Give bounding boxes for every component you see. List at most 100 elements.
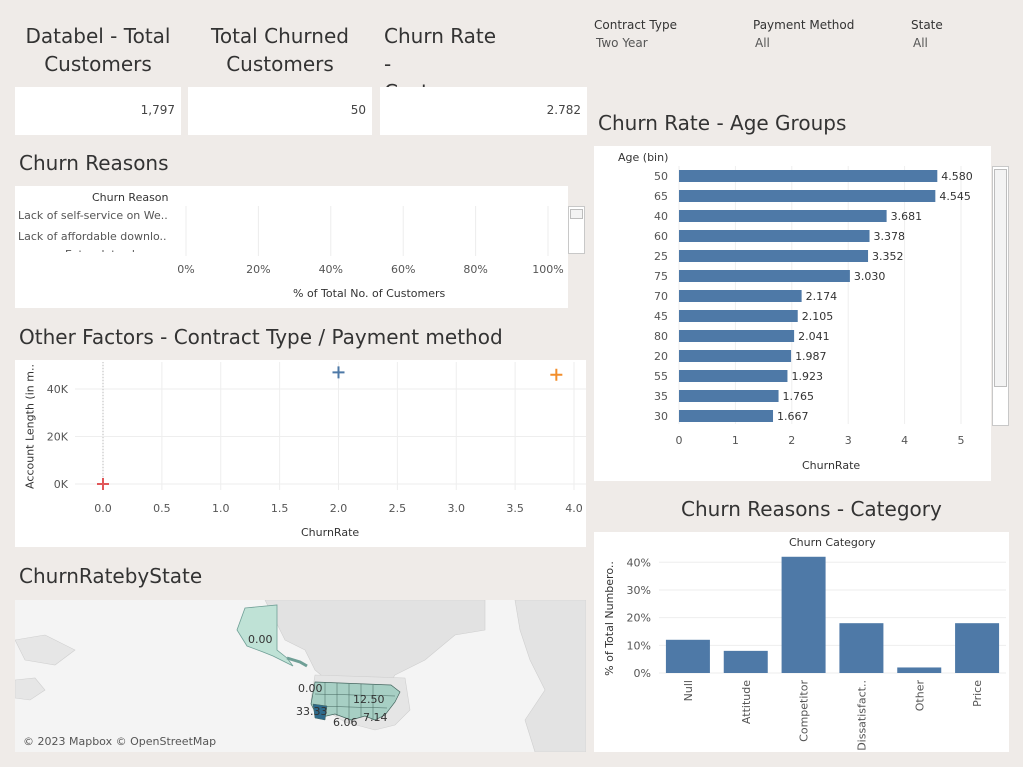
scrollbar-thumb[interactable]	[570, 209, 583, 219]
age-bin-label: 45	[654, 310, 668, 323]
age-bin-label: 50	[654, 170, 668, 183]
x-tick-label: 5	[958, 434, 965, 447]
x-tick-label: 2	[788, 434, 795, 447]
other-factors-panel: 0.0 0.5 1.0 1.5 2.0 2.5 3.0 3.5 4.0 0K 20K 40K Acco…	[15, 360, 586, 547]
map-label-northeast[interactable]: 12.50	[353, 693, 385, 706]
scrollbar-thumb[interactable]	[994, 169, 1007, 387]
category-bar[interactable]	[723, 650, 768, 673]
category-bar[interactable]	[665, 639, 710, 673]
category-label: Competitor	[798, 680, 811, 742]
map-label-florida[interactable]: 7.14	[363, 711, 388, 724]
category-bar[interactable]	[897, 667, 942, 673]
x-tick-label: 1.0	[212, 502, 230, 515]
x-tick-label: 80%	[463, 263, 487, 276]
x-tick-label: 20%	[246, 263, 270, 276]
x-tick-label: 1	[732, 434, 739, 447]
y-tick-label: 30%	[627, 584, 651, 597]
reason-category-y-axis-title: % of Total Numbero..	[603, 561, 616, 676]
age-bin-label: 30	[654, 410, 668, 423]
age-groups-title: Churn Rate - Age Groups	[598, 111, 847, 135]
age-bar-value: 2.174	[806, 290, 838, 303]
x-tick-label: 3.0	[448, 502, 466, 515]
age-bar[interactable]	[679, 350, 792, 362]
reason-category-chart: 0% 10% 20% 30% 40% Null Attitude Competitor Dis…	[627, 556, 1006, 751]
kpi-card-churned-customers[interactable]: 50	[188, 87, 372, 135]
scatter-chart: 0.0 0.5 1.0 1.5 2.0 2.5 3.0 3.5 4.0 0K 20K 40K	[47, 362, 586, 515]
age-bar[interactable]	[679, 190, 936, 202]
y-tick-label: 20%	[627, 612, 651, 625]
churn-reasons-panel: Churn Reason Lack of self-service on We.…	[15, 186, 585, 308]
age-bin-label: 70	[654, 290, 668, 303]
y-tick-label: 0%	[634, 667, 651, 680]
age-bar-value: 3.352	[872, 250, 904, 263]
scatter-y-axis-title: Account Length (in m..	[23, 364, 37, 489]
age-bar[interactable]	[679, 310, 798, 322]
filter-label: Payment Method	[753, 18, 855, 32]
age-bar-value: 4.545	[939, 190, 971, 203]
churn-reasons-grid: 0% 20% 40% 60% 80% 100%	[177, 206, 564, 276]
map-label-california[interactable]: 33.33	[296, 705, 328, 718]
x-tick-label: 4.0	[565, 502, 583, 515]
x-tick-label: 100%	[532, 263, 563, 276]
age-bin-label: 35	[654, 390, 668, 403]
churn-reasons-title: Churn Reasons	[19, 151, 169, 175]
age-bar[interactable]	[679, 170, 938, 182]
x-tick-label: 2.0	[330, 502, 348, 515]
age-bar[interactable]	[679, 250, 869, 262]
age-bar[interactable]	[679, 270, 850, 282]
age-bar[interactable]	[679, 290, 802, 302]
x-tick-label: 2.5	[389, 502, 407, 515]
kpi-card-churn-rate[interactable]: 2.782	[380, 87, 587, 135]
age-groups-chart: 012345 50 4.58065 4.54540 3.68160 3.37825 3.3…	[654, 166, 973, 447]
age-bar[interactable]	[679, 330, 795, 342]
x-tick-label: 1.5	[271, 502, 289, 515]
x-tick-label: 0%	[177, 263, 194, 276]
filter-value[interactable]: All	[755, 36, 903, 50]
age-bin-label: 40	[654, 210, 668, 223]
reason-category-panel: Churn Category 0% 10% 20% 30% 40% Null Attitu…	[594, 532, 1009, 752]
kpi-value: 50	[350, 103, 366, 117]
age-bar-value: 1.667	[777, 410, 809, 423]
category-label: Other	[913, 680, 926, 712]
age-bar-value: 1.765	[783, 390, 815, 403]
category-label: Price	[971, 680, 984, 707]
y-tick-label: 20K	[47, 431, 69, 444]
age-bar[interactable]	[679, 370, 788, 382]
y-tick-label: 40%	[627, 556, 651, 569]
category-bar[interactable]	[955, 623, 1000, 673]
category-label: Dissatisfact..	[855, 680, 868, 751]
filter-value[interactable]: Two Year	[596, 36, 744, 50]
age-bar[interactable]	[679, 210, 887, 222]
kpi-title-churned-customers: Total Churned Customers	[211, 24, 349, 76]
age-bin-label: 25	[654, 250, 668, 263]
kpi-card-total-customers[interactable]: 1,797	[15, 87, 181, 135]
y-tick-label: 0K	[54, 478, 69, 491]
category-label: Attitude	[740, 680, 753, 724]
kpi-value: 2.782	[546, 103, 581, 117]
age-bar-value: 1.923	[791, 370, 823, 383]
churn-by-state-title: ChurnRatebyState	[19, 564, 203, 588]
churn-reasons-x-axis-title: % of Total No. of Customers	[293, 287, 446, 300]
map-label-southeast[interactable]: 6.06	[333, 716, 358, 729]
category-bar[interactable]	[781, 556, 826, 673]
age-bar[interactable]	[679, 410, 774, 422]
filter-state[interactable]: State All	[911, 18, 1011, 50]
category-bar[interactable]	[839, 623, 884, 673]
y-tick-label: 40K	[47, 383, 69, 396]
map-attribution[interactable]: © 2023 Mapbox © OpenStreetMap	[23, 735, 216, 748]
map-canvas: 0.00 0.00 12.50 33.33 6.06 7.14	[15, 600, 586, 752]
age-bar[interactable]	[679, 390, 779, 402]
filter-payment-method[interactable]: Payment Method All	[753, 18, 903, 50]
map-label-alaska[interactable]: 0.00	[248, 633, 273, 646]
age-bar-value: 2.105	[802, 310, 834, 323]
age-bar-value: 4.580	[941, 170, 973, 183]
map-label-northwest[interactable]: 0.00	[298, 682, 323, 695]
churn-by-state-map[interactable]: 0.00 0.00 12.50 33.33 6.06 7.14 © 2023 M…	[15, 600, 586, 752]
filter-value[interactable]: All	[913, 36, 1011, 50]
age-bar[interactable]	[679, 230, 870, 242]
plot-area	[75, 362, 586, 490]
churn-reasons-scrollbar[interactable]	[568, 206, 585, 254]
filter-contract-type[interactable]: Contract Type Two Year	[594, 18, 744, 50]
age-groups-scrollbar[interactable]	[992, 166, 1009, 426]
age-bar-value: 3.378	[874, 230, 906, 243]
